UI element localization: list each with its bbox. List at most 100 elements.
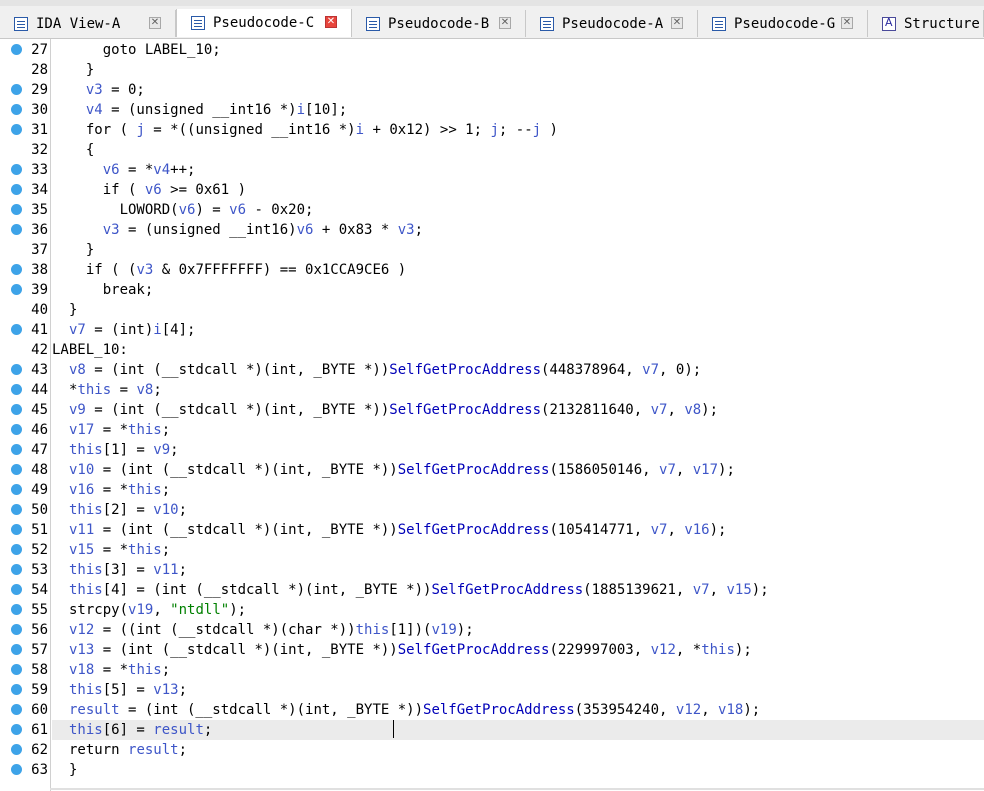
breakpoint-dot-icon[interactable] <box>11 504 22 515</box>
close-tab-icon[interactable]: ✕ <box>149 17 161 29</box>
variable-token[interactable]: this <box>128 482 162 498</box>
code-line[interactable]: 28 } <box>0 60 984 80</box>
breakpoint-dot-icon[interactable] <box>11 444 22 455</box>
code-line[interactable]: 42 LABEL_10: <box>0 340 984 360</box>
variable-token[interactable]: v15 <box>69 542 94 558</box>
code-line[interactable]: 44 *this = v8; <box>0 380 984 400</box>
variable-token[interactable]: result <box>69 702 120 718</box>
variable-token[interactable]: v13 <box>153 682 178 698</box>
variable-token[interactable]: result <box>128 742 179 758</box>
variable-token[interactable]: v7 <box>642 362 659 378</box>
function-token[interactable]: SelfGetProcAddress <box>431 582 583 598</box>
breakpoint-dot-icon[interactable] <box>11 524 22 535</box>
variable-token[interactable]: this <box>701 642 735 658</box>
code-line[interactable]: 32 { <box>0 140 984 160</box>
breakpoint-dot-icon[interactable] <box>11 664 22 675</box>
variable-token[interactable]: v3 <box>86 82 103 98</box>
variable-token[interactable]: this <box>128 662 162 678</box>
code-line[interactable]: 45 v9 = (int (__stdcall *)(int, _BYTE *))… <box>0 400 984 420</box>
breakpoint-dot-icon[interactable] <box>11 204 22 215</box>
variable-token[interactable]: j <box>136 122 144 138</box>
variable-token[interactable]: this <box>69 502 103 518</box>
tab-pseudocode-c[interactable]: Pseudocode-C ✕ <box>176 9 352 37</box>
variable-token[interactable]: v7 <box>693 582 710 598</box>
variable-token[interactable]: this <box>128 422 162 438</box>
tab-pseudocode-b[interactable]: Pseudocode-B ✕ <box>352 10 526 37</box>
variable-token[interactable]: i <box>153 322 161 338</box>
code-line[interactable]: 39 break; <box>0 280 984 300</box>
breakpoint-dot-icon[interactable] <box>11 584 22 595</box>
breakpoint-dot-icon[interactable] <box>11 384 22 395</box>
breakpoint-dot-icon[interactable] <box>11 284 22 295</box>
variable-token[interactable]: v7 <box>69 322 86 338</box>
function-token[interactable]: SelfGetProcAddress <box>398 462 550 478</box>
variable-token[interactable]: v15 <box>726 582 751 598</box>
variable-token[interactable]: v11 <box>153 562 178 578</box>
variable-token[interactable]: v6 <box>229 202 246 218</box>
code-line[interactable]: 51 v11 = (int (__stdcall *)(int, _BYTE *)… <box>0 520 984 540</box>
breakpoint-dot-icon[interactable] <box>11 744 22 755</box>
close-tab-icon[interactable]: ✕ <box>671 17 683 29</box>
code-line[interactable]: 37 } <box>0 240 984 260</box>
variable-token[interactable]: v7 <box>651 402 668 418</box>
variable-token[interactable]: v10 <box>69 462 94 478</box>
code-line[interactable]: 58 v18 = *this; <box>0 660 984 680</box>
variable-token[interactable]: v17 <box>693 462 718 478</box>
breakpoint-dot-icon[interactable] <box>11 264 22 275</box>
variable-token[interactable]: this <box>69 682 103 698</box>
variable-token[interactable]: v10 <box>153 502 178 518</box>
close-tab-icon[interactable]: ✕ <box>325 16 337 28</box>
variable-token[interactable]: v18 <box>69 662 94 678</box>
variable-token[interactable]: j <box>490 122 498 138</box>
variable-token[interactable]: v4 <box>153 162 170 178</box>
code-line[interactable]: 63} <box>0 760 984 780</box>
variable-token[interactable]: v9 <box>69 402 86 418</box>
function-token[interactable]: SelfGetProcAddress <box>389 402 541 418</box>
code-line[interactable]: 55 strcpy(v19, "ntdll"); <box>0 600 984 620</box>
breakpoint-dot-icon[interactable] <box>11 224 22 235</box>
code-line[interactable]: 41 v7 = (int)i[4]; <box>0 320 984 340</box>
function-token[interactable]: SelfGetProcAddress <box>423 702 575 718</box>
code-line[interactable]: 47 this[1] = v9; <box>0 440 984 460</box>
code-line[interactable]: 48 v10 = (int (__stdcall *)(int, _BYTE *)… <box>0 460 984 480</box>
breakpoint-dot-icon[interactable] <box>11 544 22 555</box>
breakpoint-dot-icon[interactable] <box>11 404 22 415</box>
breakpoint-dot-icon[interactable] <box>11 104 22 115</box>
variable-token[interactable]: v7 <box>659 462 676 478</box>
breakpoint-dot-icon[interactable] <box>11 724 22 735</box>
tab-pseudocode-a[interactable]: Pseudocode-A ✕ <box>526 10 698 37</box>
variable-token[interactable]: v8 <box>69 362 86 378</box>
breakpoint-dot-icon[interactable] <box>11 484 22 495</box>
variable-token[interactable]: v11 <box>69 522 94 538</box>
tab-pseudocode-g[interactable]: Pseudocode-G ✕ <box>698 10 868 37</box>
string-token[interactable]: "ntdll" <box>170 602 229 618</box>
function-token[interactable]: SelfGetProcAddress <box>398 642 550 658</box>
breakpoint-dot-icon[interactable] <box>11 324 22 335</box>
variable-token[interactable]: this <box>77 382 111 398</box>
breakpoint-dot-icon[interactable] <box>11 424 22 435</box>
code-line[interactable]: 46 v17 = *this; <box>0 420 984 440</box>
variable-token[interactable]: v6 <box>297 222 314 238</box>
breakpoint-dot-icon[interactable] <box>11 184 22 195</box>
tab-ida-view-a[interactable]: IDA View-A ✕ <box>0 10 176 37</box>
variable-token[interactable]: v12 <box>69 622 94 638</box>
variable-token[interactable]: this <box>69 582 103 598</box>
breakpoint-dot-icon[interactable] <box>11 124 22 135</box>
code-line[interactable]: 49 v16 = *this; <box>0 480 984 500</box>
variable-token[interactable]: this <box>356 622 390 638</box>
variable-token[interactable]: v7 <box>651 522 668 538</box>
breakpoint-dot-icon[interactable] <box>11 564 22 575</box>
code-line[interactable]: 54 this[4] = (int (__stdcall *)(int, _BYT… <box>0 580 984 600</box>
code-line[interactable]: 52 v15 = *this; <box>0 540 984 560</box>
tab-structure[interactable]: Structure <box>868 10 984 37</box>
variable-token[interactable]: this <box>69 562 103 578</box>
variable-token[interactable]: v13 <box>69 642 94 658</box>
variable-token[interactable]: v17 <box>69 422 94 438</box>
variable-token[interactable]: v3 <box>103 222 120 238</box>
variable-token[interactable]: i <box>356 122 364 138</box>
code-line[interactable]: 57 v13 = (int (__stdcall *)(int, _BYTE *)… <box>0 640 984 660</box>
variable-token[interactable]: result <box>153 722 204 738</box>
variable-token[interactable]: v3 <box>398 222 415 238</box>
variable-token[interactable]: v16 <box>684 522 709 538</box>
code-line[interactable]: 33 v6 = *v4++; <box>0 160 984 180</box>
